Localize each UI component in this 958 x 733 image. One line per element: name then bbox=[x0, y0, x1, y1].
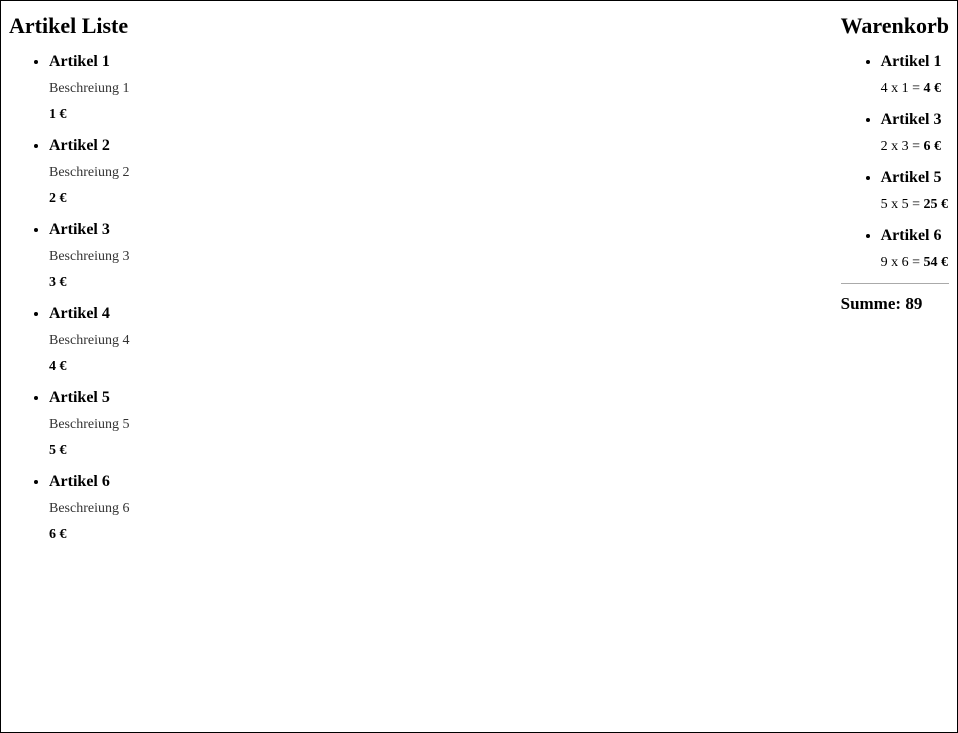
cart-list-item: Artikel 1 4 x 1 = 4 € bbox=[881, 53, 949, 97]
article-description: Beschreiung 3 bbox=[49, 249, 129, 265]
article-price: 3 € bbox=[49, 275, 129, 291]
cart-item-calc: 2 x 3 = 6 € bbox=[881, 139, 949, 155]
article-price: 2 € bbox=[49, 191, 129, 207]
article-price: 4 € bbox=[49, 359, 129, 375]
cart-item-total: 6 € bbox=[924, 139, 942, 154]
cart-item-name: Artikel 5 bbox=[881, 169, 949, 187]
article-name: Artikel 2 bbox=[49, 137, 129, 155]
cart-list-item: Artikel 5 5 x 5 = 25 € bbox=[881, 169, 949, 213]
cart-list-item: Artikel 6 9 x 6 = 54 € bbox=[881, 227, 949, 271]
article-price: 6 € bbox=[49, 527, 129, 543]
cart-panel: Warenkorb Artikel 1 4 x 1 = 4 € Artikel … bbox=[837, 5, 953, 728]
cart-title: Warenkorb bbox=[841, 13, 949, 39]
article-list-title: Artikel Liste bbox=[9, 13, 129, 39]
cart-item-qty: 4 bbox=[881, 81, 888, 96]
article-description: Beschreiung 5 bbox=[49, 417, 129, 433]
cart-item-qty: 9 bbox=[881, 255, 888, 270]
article-description: Beschreiung 6 bbox=[49, 501, 129, 517]
cart-item-qty: 5 bbox=[881, 197, 888, 212]
article-list: Artikel 1 Beschreiung 1 1 € Artikel 2 Be… bbox=[9, 53, 129, 543]
article-description: Beschreiung 2 bbox=[49, 165, 129, 181]
cart-item-calc: 4 x 1 = 4 € bbox=[881, 81, 949, 97]
article-list-item: Artikel 2 Beschreiung 2 2 € bbox=[49, 137, 129, 207]
cart-item-total: 54 € bbox=[924, 255, 949, 270]
article-name: Artikel 1 bbox=[49, 53, 129, 71]
cart-item-calc: 5 x 5 = 25 € bbox=[881, 197, 949, 213]
cart-item-unit: 6 bbox=[902, 255, 909, 270]
article-list-item: Artikel 3 Beschreiung 3 3 € bbox=[49, 221, 129, 291]
article-name: Artikel 6 bbox=[49, 473, 129, 491]
article-name: Artikel 4 bbox=[49, 305, 129, 323]
cart-item-total: 4 € bbox=[924, 81, 942, 96]
article-price: 5 € bbox=[49, 443, 129, 459]
article-name: Artikel 3 bbox=[49, 221, 129, 239]
cart-item-name: Artikel 1 bbox=[881, 53, 949, 71]
article-description: Beschreiung 1 bbox=[49, 81, 129, 97]
article-list-item: Artikel 6 Beschreiung 6 6 € bbox=[49, 473, 129, 543]
cart-item-name: Artikel 3 bbox=[881, 111, 949, 129]
cart-item-qty: 2 bbox=[881, 139, 888, 154]
article-list-panel: Artikel Liste Artikel 1 Beschreiung 1 1 … bbox=[5, 5, 133, 728]
cart-sum: Summe: 89 bbox=[841, 294, 949, 314]
cart-sum-label: Summe: bbox=[841, 294, 901, 313]
cart-item-calc: 9 x 6 = 54 € bbox=[881, 255, 949, 271]
cart-item-unit: 3 bbox=[902, 139, 909, 154]
cart-item-name: Artikel 6 bbox=[881, 227, 949, 245]
cart-item-total: 25 € bbox=[924, 197, 949, 212]
article-name: Artikel 5 bbox=[49, 389, 129, 407]
article-list-item: Artikel 1 Beschreiung 1 1 € bbox=[49, 53, 129, 123]
article-list-item: Artikel 4 Beschreiung 4 4 € bbox=[49, 305, 129, 375]
article-list-item: Artikel 5 Beschreiung 5 5 € bbox=[49, 389, 129, 459]
article-price: 1 € bbox=[49, 107, 129, 123]
cart-sum-value: 89 bbox=[905, 294, 922, 313]
cart-divider bbox=[841, 283, 949, 284]
cart-list: Artikel 1 4 x 1 = 4 € Artikel 3 2 x 3 = … bbox=[841, 53, 949, 271]
cart-item-unit: 1 bbox=[902, 81, 909, 96]
article-description: Beschreiung 4 bbox=[49, 333, 129, 349]
cart-list-item: Artikel 3 2 x 3 = 6 € bbox=[881, 111, 949, 155]
cart-item-unit: 5 bbox=[902, 197, 909, 212]
